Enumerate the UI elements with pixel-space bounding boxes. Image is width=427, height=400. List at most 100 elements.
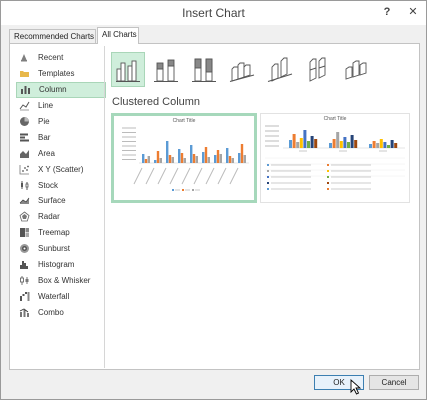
preview-bar bbox=[228, 156, 232, 163]
preview-bar bbox=[142, 154, 145, 163]
sidebar-item-bar[interactable]: Bar bbox=[16, 129, 106, 145]
3d-percent-stacked-column-icon bbox=[309, 57, 326, 82]
sidebar-item-label: Area bbox=[38, 148, 55, 158]
preview-bar bbox=[289, 140, 292, 148]
preview-bar bbox=[154, 160, 157, 163]
sidebar-item-label: Histogram bbox=[38, 260, 75, 270]
category-label-placeholder bbox=[169, 167, 179, 185]
sidebar-item-radar[interactable]: Radar bbox=[16, 209, 106, 225]
chart-type-list: Recent Templates Column Line Pie Bar Are… bbox=[16, 50, 106, 320]
sidebar-item-templates[interactable]: Templates bbox=[16, 66, 106, 82]
category-label-placeholder bbox=[145, 167, 155, 185]
recent-icon bbox=[21, 54, 27, 62]
legend-swatch bbox=[327, 164, 329, 166]
sidebar-item-area[interactable]: Area bbox=[16, 145, 106, 161]
sidebar-item-label: Line bbox=[38, 101, 54, 111]
category-label-placeholder bbox=[205, 167, 215, 185]
sidebar-item-box-whisker[interactable]: Box & Whisker bbox=[16, 272, 106, 288]
insert-chart-dialog: Insert Chart ? ✕ Recommended Charts All … bbox=[0, 0, 427, 400]
preview-bar bbox=[156, 151, 160, 163]
column-chart-icon bbox=[21, 86, 30, 95]
help-button[interactable]: ? bbox=[379, 4, 395, 20]
sidebar-item-scatter[interactable]: X Y (Scatter) bbox=[16, 161, 106, 177]
preview-bar bbox=[243, 155, 246, 163]
subtype-stacked-column[interactable] bbox=[149, 52, 183, 87]
preview-bar bbox=[369, 144, 372, 148]
sidebar-item-waterfall[interactable]: Waterfall bbox=[16, 288, 106, 304]
legend-swatch bbox=[267, 176, 269, 178]
sidebar-item-label: Stock bbox=[38, 180, 59, 190]
category-label-placeholder bbox=[133, 167, 143, 185]
sidebar-item-treemap[interactable]: Treemap bbox=[16, 225, 106, 241]
sidebar-item-sunburst[interactable]: Sunburst bbox=[16, 241, 106, 257]
preview-bar bbox=[387, 145, 390, 148]
sidebar-item-line[interactable]: Line bbox=[16, 98, 106, 114]
preview-bar bbox=[240, 144, 244, 163]
preview-bar bbox=[168, 155, 172, 163]
category-label-placeholder bbox=[217, 167, 227, 185]
legend-swatch bbox=[267, 164, 269, 166]
surface-chart-icon bbox=[19, 198, 30, 205]
sidebar-item-label: Column bbox=[39, 85, 67, 95]
sidebar-item-combo[interactable]: Combo bbox=[16, 304, 106, 320]
sidebar-item-column[interactable]: Column bbox=[16, 81, 106, 98]
preview-bar bbox=[314, 139, 318, 148]
category-label-placeholder bbox=[229, 167, 239, 185]
clustered-column-icon bbox=[116, 60, 140, 82]
chart-preview-2[interactable]: Chart Title bbox=[260, 113, 410, 203]
subtype-3d-100-stacked-column[interactable] bbox=[301, 52, 335, 87]
preview-bar bbox=[207, 157, 210, 163]
subtype-3d-clustered-column[interactable] bbox=[225, 52, 259, 87]
3d-stacked-column-icon bbox=[267, 57, 293, 82]
preview-bar bbox=[332, 139, 336, 148]
legend-swatch bbox=[327, 176, 329, 178]
subtype-3d-stacked-column[interactable] bbox=[263, 52, 297, 87]
preview-bar bbox=[379, 139, 383, 148]
stacked-column-icon bbox=[154, 59, 178, 82]
preview-bar bbox=[202, 152, 205, 163]
subtype-clustered-column[interactable] bbox=[111, 52, 145, 87]
preview-bar bbox=[354, 140, 358, 148]
legend-swatch bbox=[267, 188, 269, 190]
percent-stacked-column-icon bbox=[192, 58, 216, 82]
sidebar-item-pie[interactable]: Pie bbox=[16, 114, 106, 130]
preview-1-plot bbox=[122, 127, 249, 191]
legend-swatch bbox=[172, 189, 174, 191]
divider bbox=[104, 46, 105, 368]
preview-bar bbox=[347, 142, 350, 148]
preview-bar bbox=[292, 134, 296, 148]
legend-swatch bbox=[192, 189, 194, 191]
preview-bar bbox=[390, 140, 394, 148]
sidebar-item-stock[interactable]: Stock bbox=[16, 177, 106, 193]
legend-swatch bbox=[267, 170, 269, 172]
tab-all-charts[interactable]: All Charts bbox=[97, 27, 139, 44]
preview-bar bbox=[192, 154, 196, 163]
chart-preview-1[interactable]: Chart Title bbox=[111, 113, 257, 203]
tab-recommended-charts[interactable]: Recommended Charts bbox=[9, 29, 96, 43]
sidebar-item-surface[interactable]: Surface bbox=[16, 193, 106, 209]
preview-bar bbox=[166, 141, 169, 163]
sidebar-item-label: Box & Whisker bbox=[38, 275, 91, 285]
cancel-button[interactable]: Cancel bbox=[369, 375, 419, 390]
preview-bar bbox=[226, 148, 229, 163]
close-button[interactable]: ✕ bbox=[405, 4, 421, 20]
title-bar: Insert Chart ? ✕ bbox=[1, 1, 426, 25]
sidebar-item-label: Radar bbox=[38, 212, 60, 222]
sidebar-item-recent[interactable]: Recent bbox=[16, 50, 106, 66]
preview-bar bbox=[339, 141, 343, 148]
preview-bar bbox=[307, 141, 310, 148]
pie-chart-icon bbox=[20, 117, 29, 126]
preview-bar bbox=[303, 130, 307, 148]
subtype-3d-column[interactable] bbox=[339, 52, 373, 87]
bar-chart-icon bbox=[20, 133, 29, 142]
preview-bar bbox=[343, 137, 347, 148]
preview-bar bbox=[350, 135, 354, 148]
subtype-100-stacked-column[interactable] bbox=[187, 52, 221, 87]
preview-bar bbox=[178, 149, 181, 163]
area-chart-icon bbox=[20, 149, 29, 158]
preview-bar bbox=[372, 141, 376, 148]
preview-bar bbox=[238, 153, 241, 163]
3d-clustered-column-icon bbox=[229, 62, 255, 82]
preview-bar bbox=[183, 158, 186, 163]
sidebar-item-histogram[interactable]: Histogram bbox=[16, 257, 106, 273]
